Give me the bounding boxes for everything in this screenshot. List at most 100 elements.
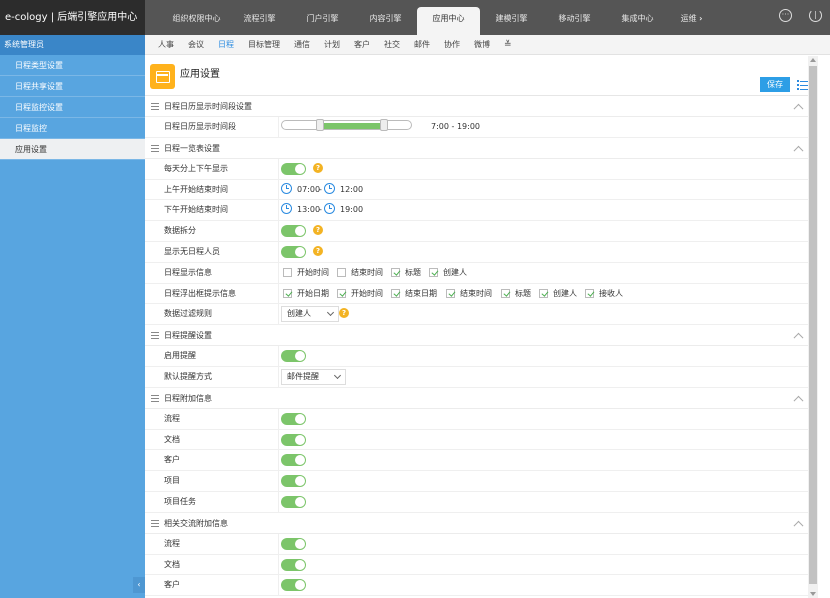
row-label: 下午开始结束时间 [164,205,228,215]
tab-mobile[interactable]: 移动引擎 [543,0,606,35]
main-scrollbar[interactable] [808,56,830,598]
filter-rule-select[interactable]: 创建人 [281,306,339,323]
subtab-customer[interactable]: 客户 [354,35,370,54]
pm-end-time[interactable]: 19:00 [340,200,363,220]
more-options-icon[interactable]: ··· [779,9,792,22]
settings-row-disc-workflow: 流程 [145,533,808,555]
section-header-display-period[interactable]: 日程日历显示时间段设置 [145,96,808,117]
row-label: 上午开始结束时间 [164,184,228,194]
extra-task-toggle[interactable] [281,495,306,508]
chevron-up-icon[interactable] [793,145,804,156]
checkbox-start-time[interactable] [283,267,292,277]
tab-ops-label: 运维 [680,14,697,23]
app-title: e-cology | 后端引擎应用中心 [0,0,145,35]
enable-reminder-toggle[interactable] [281,350,306,363]
subtab-schedule[interactable]: 日程 [218,35,234,54]
show-no-schedule-toggle[interactable] [281,245,306,258]
subtab-social[interactable]: 社交 [384,35,400,54]
section-header-reminder[interactable]: 日程提醒设置 [145,325,808,347]
subtab-goal[interactable]: 目标管理 [248,35,280,54]
checkbox-start-date[interactable] [283,288,292,298]
disc-document-toggle[interactable] [281,558,306,571]
help-icon[interactable]: ? [313,225,323,236]
sidebar-item-app-settings[interactable]: 应用设置 [0,139,145,160]
tab-modeling[interactable]: 建模引擎 [480,0,543,35]
row-label: 启用提醒 [164,351,196,361]
settings-row-split: 数据拆分 ? [145,221,808,242]
split-toggle[interactable] [281,225,306,238]
sidebar-item-monitor-settings[interactable]: 日程监控设置 [0,97,145,118]
checkbox-creator[interactable] [429,267,438,277]
sidebar-item-type-settings[interactable]: 日程类型设置 [0,55,145,76]
chevron-up-icon[interactable] [793,332,804,343]
subtab-comm[interactable]: 通信 [294,35,310,54]
scrollbar-thumb[interactable] [809,66,817,584]
scroll-up-arrow-icon[interactable] [810,58,816,62]
extra-customer-toggle[interactable] [281,454,306,467]
row-label: 显示无日程人员 [164,246,220,256]
am-end-time[interactable]: 12:00 [340,180,363,200]
disc-workflow-toggle[interactable] [281,537,306,550]
section-header-overview[interactable]: 日程一览表设置 [145,137,808,159]
slider-end-handle[interactable] [380,119,389,131]
pm-start-time[interactable]: 13:00 [297,200,320,220]
checkbox-start-time[interactable] [337,288,346,298]
clock-icon[interactable] [324,203,335,215]
section-title: 日程日历显示时间段设置 [164,102,252,111]
chevron-up-icon[interactable] [793,520,804,531]
tab-integration[interactable]: 集成中心 [606,0,669,35]
time-range-slider[interactable] [281,119,412,131]
extra-workflow-toggle[interactable] [281,412,306,425]
clock-icon[interactable] [281,203,292,215]
tab-workflow[interactable]: 流程引擎 [228,0,291,35]
ampm-toggle[interactable] [281,162,306,175]
chevron-up-icon[interactable] [793,103,804,114]
reminder-method-select[interactable]: 邮件提醒 [281,368,346,385]
extra-document-toggle[interactable] [281,433,306,446]
checkbox-title[interactable] [391,267,400,277]
sidebar-item-share-settings[interactable]: 日程共享设置 [0,76,145,97]
subtab-mail[interactable]: 邮件 [414,35,430,54]
am-start-time[interactable]: 07:00 [297,180,320,200]
checkbox-title[interactable] [501,288,510,298]
row-label: 流程 [164,413,180,423]
checkbox-end-date[interactable] [391,288,400,298]
disc-customer-toggle[interactable] [281,579,306,592]
tab-app-center[interactable]: 应用中心 [417,7,480,35]
subtab-hr[interactable]: 人事 [158,35,174,54]
power-icon[interactable]: | [809,9,822,22]
help-icon[interactable]: ? [313,162,323,173]
scrollbar-track[interactable] [808,56,818,598]
subtab-weibo[interactable]: 微博 [474,35,490,54]
section-header-extra-info[interactable]: 日程附加信息 [145,387,808,409]
list-menu-icon[interactable] [797,78,808,90]
collapse-sidebar-icon[interactable]: ‹ [133,577,145,593]
help-icon[interactable]: ? [313,245,323,256]
clock-icon[interactable] [324,182,335,194]
tab-content[interactable]: 内容引擎 [354,0,417,35]
checkbox-end-time[interactable] [446,288,455,298]
tab-ops[interactable]: 运维 › [669,0,714,35]
scroll-down-arrow-icon[interactable] [810,592,816,596]
checkbox-receiver[interactable] [585,288,594,298]
chevron-up-icon[interactable] [793,395,804,406]
clock-icon[interactable] [281,182,292,194]
sidebar-header: 系统管理员 [0,35,145,55]
subtab-collab[interactable]: 协作 [444,35,460,54]
tab-portal[interactable]: 门户引擎 [291,0,354,35]
slider-start-handle[interactable] [315,119,324,131]
subtab-plan[interactable]: 计划 [324,35,340,54]
help-icon[interactable]: ? [339,308,349,319]
subtab-meeting[interactable]: 会议 [188,35,204,54]
save-button[interactable]: 保存 [760,77,790,92]
double-chevron-down-icon[interactable]: ≚ [504,35,512,54]
settings-row-enable-reminder: 启用提醒 [145,346,808,367]
checkbox-end-time[interactable] [337,267,346,277]
extra-project-toggle[interactable] [281,475,306,488]
section-header-discussion-info[interactable]: 相关交流附加信息 [145,512,808,534]
checkbox-creator[interactable] [539,288,548,298]
row-label: 数据拆分 [164,226,196,236]
tab-org[interactable]: 组织权限中心 [165,0,228,35]
chevron-right-icon[interactable]: › [699,14,702,23]
sidebar-item-monitor[interactable]: 日程监控 [0,118,145,139]
